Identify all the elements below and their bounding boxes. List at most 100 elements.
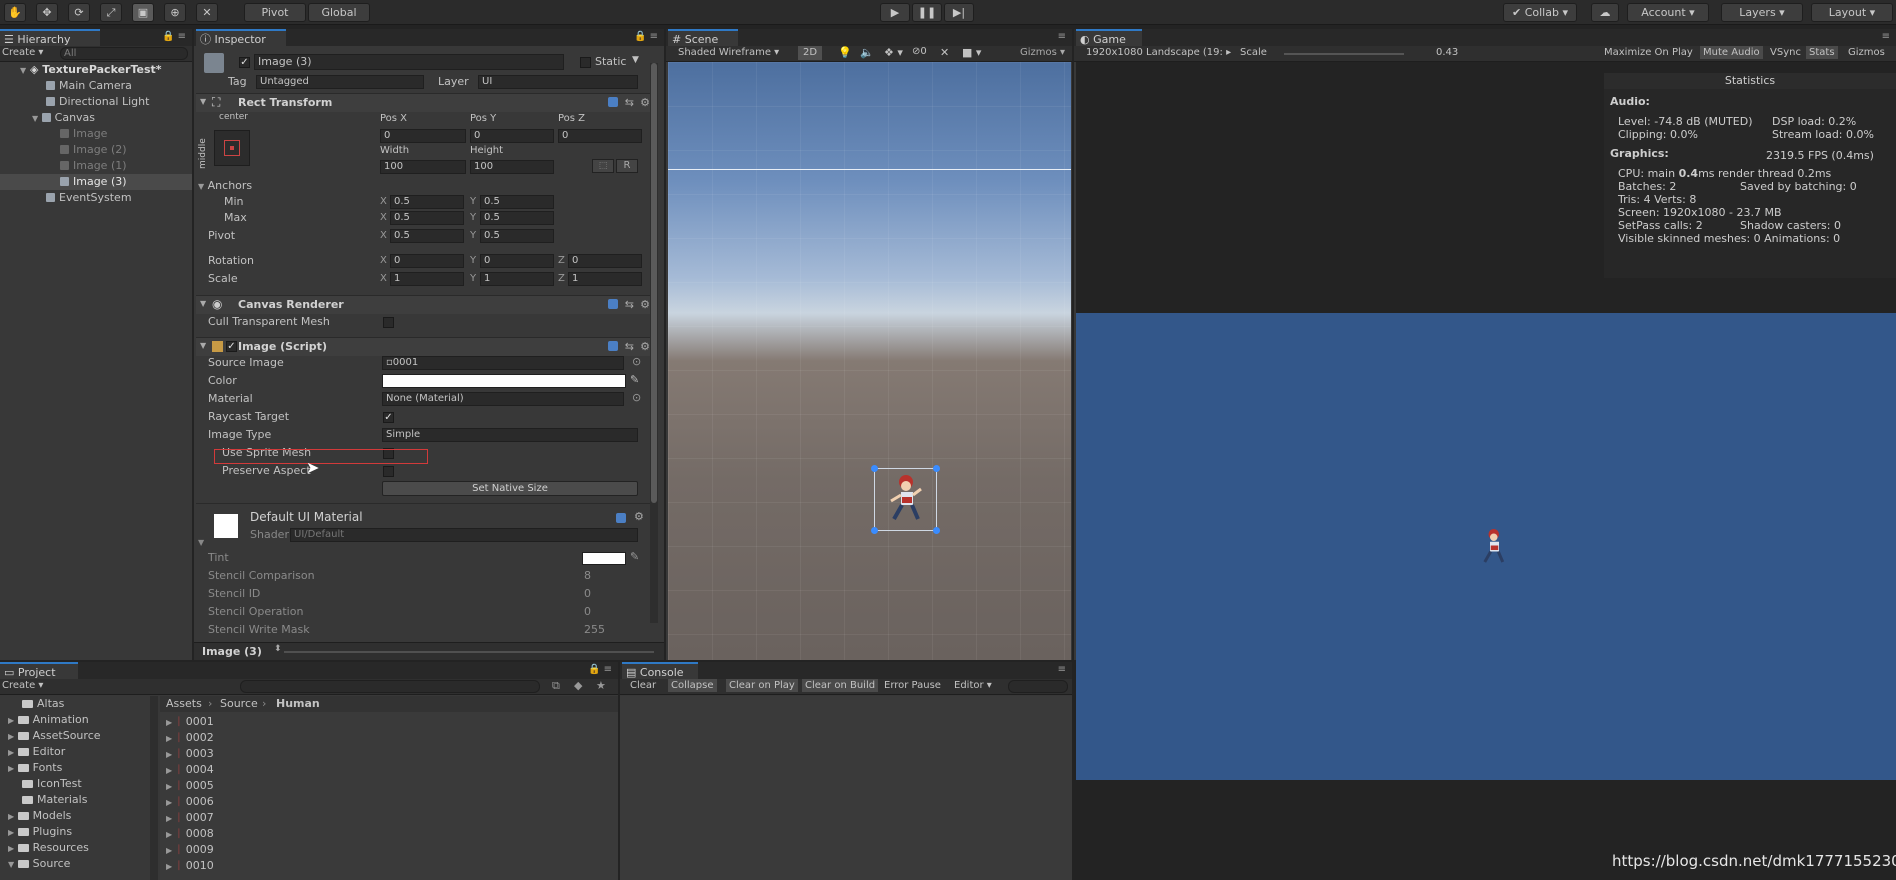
- stencil-operation-value[interactable]: 0: [584, 605, 591, 618]
- tab-hierarchy[interactable]: ☰ Hierarchy: [0, 29, 100, 46]
- anchor-max-y-field[interactable]: 0.5: [480, 211, 554, 225]
- folder-item[interactable]: ▶ Fonts: [8, 760, 62, 776]
- filter-type-icon[interactable]: ⧉: [552, 679, 560, 693]
- gizmos-dropdown[interactable]: Gizmos ▾: [1020, 47, 1065, 58]
- file-item[interactable]: ▶ ᛁ 0010: [166, 858, 214, 874]
- collab-dropdown[interactable]: ✔ Collab ▾: [1503, 3, 1577, 22]
- anchor-max-x-field[interactable]: 0.5: [390, 211, 464, 225]
- preset-icon[interactable]: ⇆: [625, 96, 634, 109]
- account-dropdown[interactable]: Account ▾: [1627, 3, 1709, 22]
- scale-z-field[interactable]: 1: [568, 272, 642, 286]
- console-clear-button[interactable]: Clear: [630, 680, 656, 691]
- scene-root[interactable]: ▼ ◈ TexturePackerTest*: [20, 62, 162, 78]
- hierarchy-item-image-1[interactable]: Image (1): [60, 158, 127, 174]
- panel-menu-icon[interactable]: ≡: [1882, 31, 1890, 42]
- resolution-dropdown[interactable]: 1920x1080 Landscape (19: ▸: [1086, 47, 1231, 58]
- file-item[interactable]: ▶ ᛁ 0002: [166, 730, 214, 746]
- posx-field[interactable]: 0: [380, 129, 466, 143]
- scale-x-field[interactable]: 1: [390, 272, 464, 286]
- height-field[interactable]: 100: [470, 160, 554, 174]
- hierarchy-create-button[interactable]: Create ▾: [2, 47, 43, 58]
- blueprint-mode-button[interactable]: ⬚: [592, 159, 614, 173]
- console-collapse-button[interactable]: Collapse: [668, 679, 717, 692]
- hierarchy-item-image-3[interactable]: Image (3): [0, 174, 192, 190]
- anchors-foldout[interactable]: ▼ Anchors: [198, 179, 252, 192]
- file-item[interactable]: ▶ ᛁ 0001: [166, 714, 214, 730]
- layers-dropdown[interactable]: Layers ▾: [1721, 3, 1803, 22]
- tab-project[interactable]: ▭ Project: [0, 662, 78, 679]
- effects-icon[interactable]: ❖ ▾: [884, 46, 903, 59]
- foldout-arrow-icon[interactable]: ▼: [198, 538, 204, 547]
- console-clear-on-play-button[interactable]: Clear on Play: [726, 679, 798, 692]
- anchor-min-y-field[interactable]: 0.5: [480, 195, 554, 209]
- scale-y-field[interactable]: 1: [480, 272, 554, 286]
- file-item[interactable]: ▶ ᛁ 0004: [166, 762, 214, 778]
- game-viewport[interactable]: Statistics Audio: Level: -74.8 dB (MUTED…: [1076, 62, 1896, 780]
- layout-dropdown[interactable]: Layout ▾: [1811, 3, 1893, 22]
- hierarchy-item-directional-light[interactable]: Directional Light: [46, 94, 149, 110]
- preserve-aspect-checkbox[interactable]: [383, 466, 394, 477]
- folder-item[interactable]: IconTest: [22, 776, 82, 792]
- static-dropdown-icon[interactable]: ▼: [632, 55, 639, 65]
- hidden-objects-toggle[interactable]: ⊘0: [912, 46, 927, 57]
- panel-menu-icon[interactable]: ≡: [1058, 664, 1066, 675]
- console-log-area[interactable]: [620, 696, 1072, 880]
- posy-field[interactable]: 0: [470, 129, 554, 143]
- filter-label-icon[interactable]: ◆: [574, 679, 582, 692]
- breadcrumb-source[interactable]: Source: [220, 696, 258, 712]
- object-picker-icon[interactable]: ⊙: [632, 391, 641, 404]
- active-checkbox[interactable]: ✓: [239, 57, 250, 68]
- width-field[interactable]: 100: [380, 160, 466, 174]
- preset-icon[interactable]: ⇆: [625, 298, 634, 311]
- stencil-id-value[interactable]: 0: [584, 587, 591, 600]
- console-editor-dropdown[interactable]: Editor ▾: [954, 680, 992, 691]
- vsync-toggle[interactable]: VSync: [1770, 47, 1801, 58]
- maximize-on-play-toggle[interactable]: Maximize On Play: [1604, 47, 1693, 58]
- tint-swatch[interactable]: [582, 552, 626, 565]
- rotation-x-field[interactable]: 0: [390, 254, 464, 268]
- folder-item[interactable]: ▼ Source: [8, 856, 70, 872]
- rotation-z-field[interactable]: 0: [568, 254, 642, 268]
- image-enabled-checkbox[interactable]: ✓: [226, 341, 237, 352]
- panel-menu-icon[interactable]: 🔒 ≡: [162, 31, 186, 42]
- folder-item[interactable]: ▶ Animation: [8, 712, 89, 728]
- object-picker-icon[interactable]: ⊙: [632, 355, 641, 368]
- eyedropper-icon[interactable]: ✎: [630, 373, 639, 386]
- eyedropper-icon[interactable]: ✎: [630, 550, 639, 563]
- game-gizmos-toggle[interactable]: Gizmos: [1848, 47, 1885, 58]
- tab-console[interactable]: ▤ Console: [622, 662, 698, 679]
- folder-item[interactable]: Altas: [22, 696, 64, 712]
- hierarchy-item-eventsystem[interactable]: EventSystem: [46, 190, 132, 206]
- lighting-icon[interactable]: 💡: [838, 46, 852, 59]
- preset-icon[interactable]: ⇆: [625, 340, 634, 353]
- tab-inspector[interactable]: ⓘ Inspector: [196, 29, 286, 46]
- raw-edit-button[interactable]: R: [616, 159, 638, 173]
- layer-dropdown[interactable]: UI: [478, 75, 638, 89]
- help-icon[interactable]: [616, 513, 626, 523]
- custom-tool-icon[interactable]: ✕: [196, 3, 218, 22]
- file-item[interactable]: ▶ ᛁ 0003: [166, 746, 214, 762]
- breadcrumb-human[interactable]: Human: [276, 696, 320, 712]
- hierarchy-item-image-2[interactable]: Image (2): [60, 142, 127, 158]
- resize-handle[interactable]: [871, 465, 878, 472]
- gear-icon[interactable]: ⚙: [640, 298, 650, 311]
- move-tool-icon[interactable]: ✥: [36, 3, 58, 22]
- pivot-x-field[interactable]: 0.5: [390, 229, 464, 243]
- step-button[interactable]: ▶|: [944, 3, 974, 22]
- cloud-icon[interactable]: ☁: [1591, 3, 1619, 22]
- stencil-comparison-value[interactable]: 8: [584, 569, 591, 582]
- tag-dropdown[interactable]: Untagged: [256, 75, 424, 89]
- mode-2d-toggle[interactable]: 2D: [798, 46, 822, 60]
- play-button[interactable]: ▶: [880, 3, 910, 22]
- help-icon[interactable]: [608, 341, 618, 351]
- inspector-scrollbar[interactable]: [650, 63, 658, 623]
- scale-slider-track[interactable]: [1284, 53, 1404, 55]
- rotation-y-field[interactable]: 0: [480, 254, 554, 268]
- resize-handle[interactable]: [933, 527, 940, 534]
- folder-tree-scrollbar[interactable]: [150, 696, 158, 880]
- mute-audio-toggle[interactable]: Mute Audio: [1700, 46, 1763, 59]
- object-name-field[interactable]: Image (3): [254, 54, 564, 70]
- gear-icon[interactable]: ⚙: [640, 340, 650, 353]
- tools-icon[interactable]: ✕: [940, 46, 949, 59]
- console-clear-on-build-button[interactable]: Clear on Build: [802, 679, 879, 692]
